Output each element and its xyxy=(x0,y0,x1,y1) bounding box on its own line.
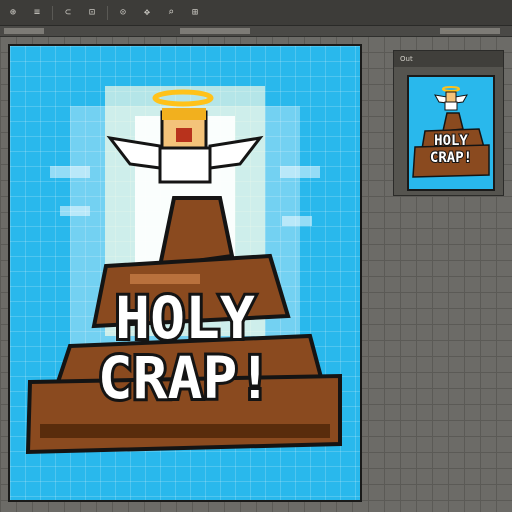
preview-artwork: HOLY CRAP! xyxy=(412,86,490,178)
artwork-line-2: CRAP! xyxy=(98,344,273,412)
pixel-artwork: HOLY CRAP! xyxy=(25,86,342,455)
add-icon[interactable]: ⊕ xyxy=(4,4,22,22)
toolbar-divider xyxy=(107,5,108,20)
preview-thumbnail[interactable]: HOLY CRAP! xyxy=(407,75,495,191)
options-strip xyxy=(180,28,250,34)
menu-icon[interactable]: ≡ xyxy=(28,4,46,22)
preview-titlebar: Out xyxy=(394,51,503,67)
preview-line-1: HOLY xyxy=(434,133,468,149)
top-toolbar: ⊕ ≡ ⊂ ⊡ ⊙ ✥ ⌕ ⊞ xyxy=(0,0,512,26)
lasso-icon[interactable]: ⊂ xyxy=(59,4,77,22)
options-strip xyxy=(4,28,44,34)
grid-icon[interactable]: ⊞ xyxy=(186,4,204,22)
preview-label: Out xyxy=(400,55,413,63)
main-canvas[interactable]: HOLY CRAP! xyxy=(8,44,362,502)
eye-icon[interactable]: ⊙ xyxy=(114,4,132,22)
search-icon[interactable]: ⌕ xyxy=(162,4,180,22)
options-bar xyxy=(0,26,512,37)
select-icon[interactable]: ⊡ xyxy=(83,4,101,22)
angel-character xyxy=(158,108,212,184)
toolbar-divider xyxy=(52,5,53,20)
preview-panel: Out HOLY CRAP! xyxy=(393,50,504,196)
preview-line-2: CRAP! xyxy=(430,150,472,166)
artwork-line-1: HOLY xyxy=(115,284,255,352)
move-icon[interactable]: ✥ xyxy=(138,4,156,22)
options-strip xyxy=(440,28,500,34)
